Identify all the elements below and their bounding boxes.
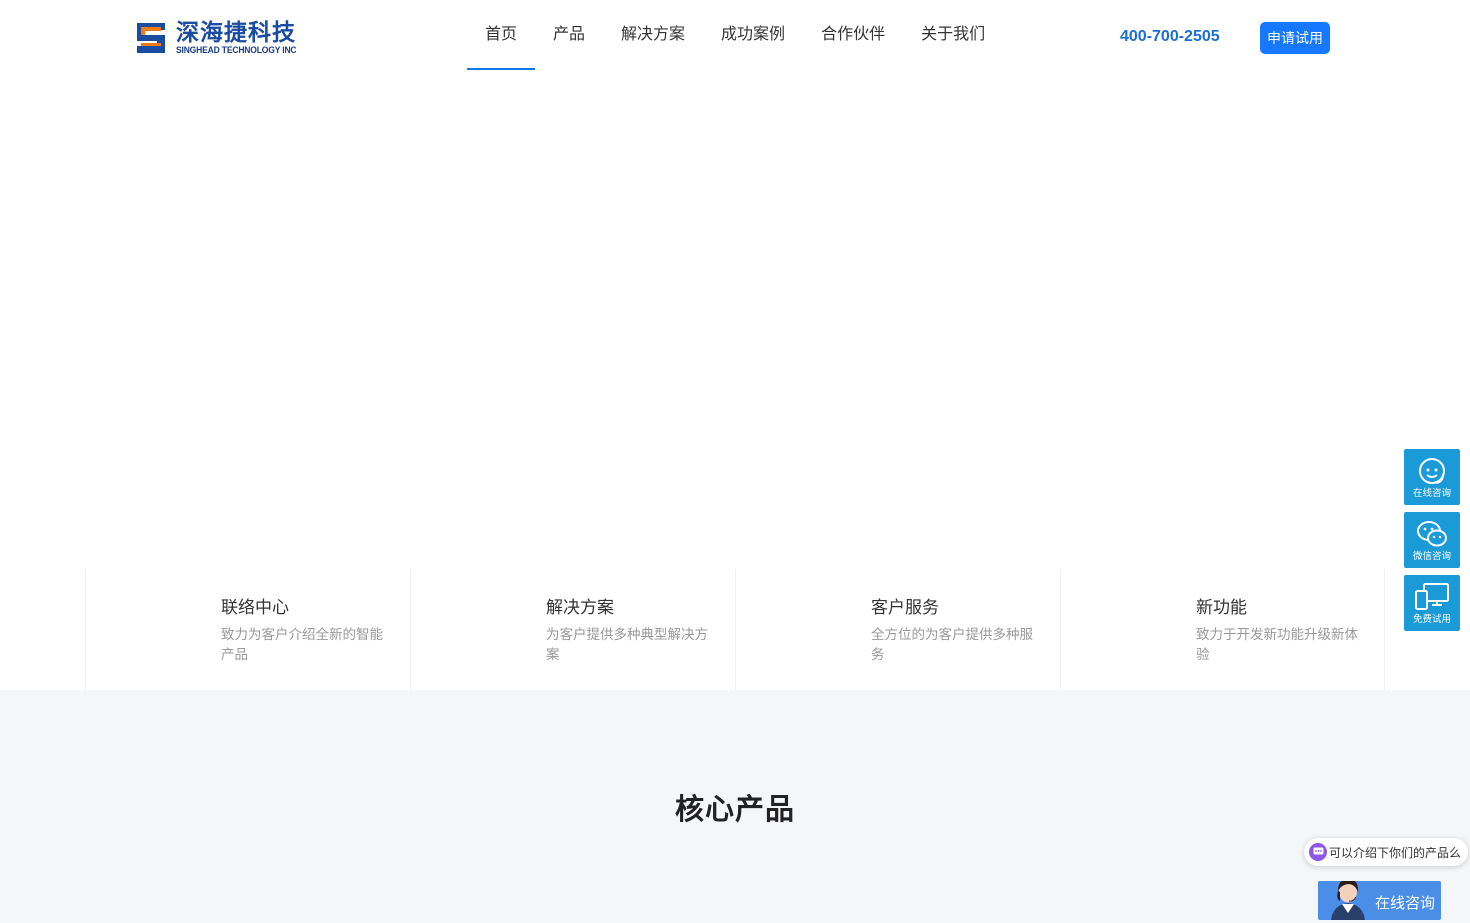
- nav-item-home[interactable]: 首页: [467, 0, 536, 70]
- chat-bubble-text: 可以介绍下你们的产品么: [1329, 845, 1462, 860]
- phone-number[interactable]: 400-700-2505: [1120, 28, 1220, 46]
- feature-title: 解决方案: [546, 598, 614, 618]
- float-label: 微信咨询: [1412, 551, 1451, 562]
- section-title: 核心产品: [674, 792, 795, 826]
- feature-desc: 致力为客户介绍全新的智能产品: [221, 627, 383, 663]
- feature-card[interactable]: 客户服务 全方位的为客户提供多种服务: [735, 569, 1060, 690]
- core-products-section: 核心产品: [0, 690, 1470, 923]
- chat-icon: [1309, 843, 1327, 861]
- agent-avatar-icon: [1331, 881, 1365, 920]
- feature-card[interactable]: 联络中心 致力为客户介绍全新的智能产品: [85, 569, 410, 690]
- feature-desc: 为客户提供多种典型解决方案: [546, 627, 708, 663]
- float-label: 在线咨询: [1412, 488, 1451, 499]
- float-label: 免费试用: [1412, 614, 1451, 625]
- nav-item-cases[interactable]: 成功案例: [703, 0, 803, 70]
- wechat-icon: [1417, 521, 1447, 547]
- logo-text-cn: 深海捷科技: [176, 19, 296, 46]
- logo[interactable]: 深海捷科技 SINGHEAD TECHNOLOGY INC: [135, 19, 307, 57]
- floating-sidebar: 在线咨询 微信咨询 免费试用: [1404, 449, 1460, 638]
- wechat-consult-button[interactable]: 微信咨询: [1404, 512, 1460, 568]
- logo-text-en: SINGHEAD TECHNOLOGY INC: [176, 44, 297, 55]
- nav-item-solutions[interactable]: 解决方案: [603, 0, 703, 70]
- free-trial-button[interactable]: 免费试用: [1404, 575, 1460, 631]
- site-header: 深海捷科技 SINGHEAD TECHNOLOGY INC 首页 产品 解决方案…: [0, 0, 1470, 72]
- nav-item-about[interactable]: 关于我们: [903, 0, 1003, 70]
- nav-item-products[interactable]: 产品: [535, 0, 603, 70]
- devices-icon: [1415, 583, 1449, 610]
- feature-card[interactable]: 解决方案 为客户提供多种典型解决方案: [410, 569, 735, 690]
- consult-label: 在线咨询: [1375, 894, 1436, 912]
- features-strip: 联络中心 致力为客户介绍全新的智能产品 解决方案 为客户提供多种典型解决方案 客…: [85, 569, 1385, 690]
- feature-title: 联络中心: [221, 598, 289, 618]
- feature-desc: 全方位的为客户提供多种服务: [871, 627, 1033, 663]
- feature-title: 客户服务: [871, 598, 939, 618]
- main-nav: 首页 产品 解决方案 成功案例 合作伙伴 关于我们: [467, 0, 1003, 72]
- logo-mark-icon: [135, 21, 169, 55]
- headset-icon: [1419, 458, 1445, 484]
- apply-trial-button[interactable]: 申请试用: [1260, 22, 1330, 54]
- feature-desc: 致力于开发新功能升级新体验: [1196, 627, 1358, 663]
- feature-title: 新功能: [1196, 598, 1247, 618]
- online-consult-button[interactable]: 在线咨询: [1404, 449, 1460, 505]
- feature-card[interactable]: 新功能 致力于开发新功能升级新体验: [1060, 569, 1385, 690]
- chat-suggestion-bubble[interactable]: 可以介绍下你们的产品么: [1304, 838, 1468, 866]
- nav-item-partners[interactable]: 合作伙伴: [803, 0, 903, 70]
- online-consult-widget-button[interactable]: 在线咨询: [1318, 881, 1441, 920]
